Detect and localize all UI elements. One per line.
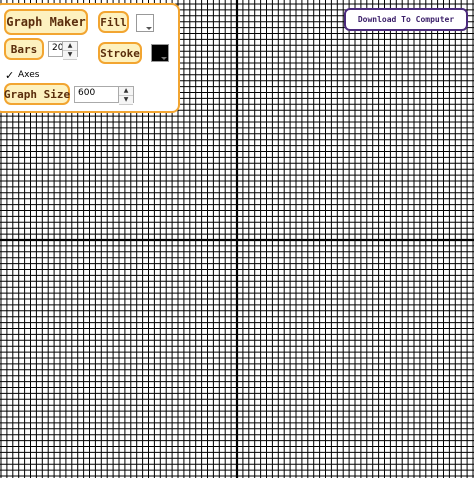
axes-label: Axes <box>18 70 40 80</box>
spin-up-icon[interactable]: ▲ <box>119 87 133 96</box>
axes-checkbox[interactable]: ✓ <box>5 70 15 81</box>
graph-maker-button[interactable]: Graph Maker <box>4 9 88 35</box>
fill-color-swatch[interactable] <box>136 14 154 32</box>
spin-up-icon[interactable]: ▲ <box>63 42 77 51</box>
dropdown-triangle-icon <box>161 57 167 60</box>
bars-stepper[interactable]: 20 ▲ ▼ <box>48 41 78 60</box>
graph-maker-panel: Graph Maker Fill Bars 20 ▲ ▼ Stroke ✓ Ax… <box>0 3 180 113</box>
graph-size-button[interactable]: Graph Size <box>4 83 70 105</box>
dropdown-triangle-icon <box>146 27 152 30</box>
graph-size-value: 600 <box>78 88 96 98</box>
spin-down-icon[interactable]: ▼ <box>119 96 133 105</box>
fill-button[interactable]: Fill <box>98 11 129 33</box>
graph-size-stepper[interactable]: 600 ▲ ▼ <box>74 86 134 105</box>
stroke-color-swatch[interactable] <box>151 44 169 62</box>
stroke-button[interactable]: Stroke <box>98 42 142 64</box>
bars-button[interactable]: Bars <box>4 38 44 60</box>
spin-down-icon[interactable]: ▼ <box>63 51 77 60</box>
download-to-computer-button[interactable]: Download To Computer <box>344 8 468 31</box>
